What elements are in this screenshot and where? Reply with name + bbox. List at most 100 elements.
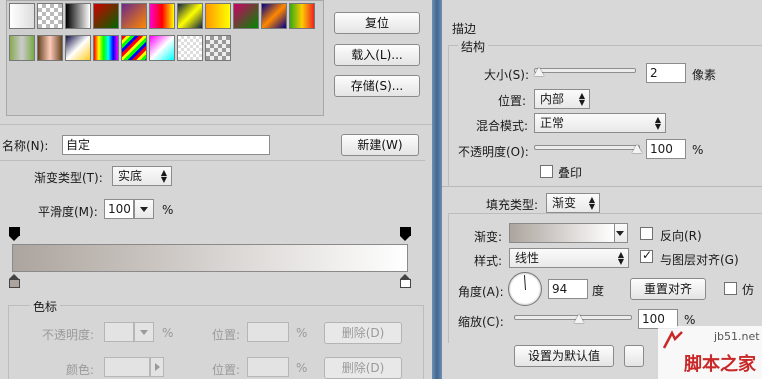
- stops-group-title: 色标: [30, 298, 61, 315]
- divider: [0, 124, 432, 125]
- new-button[interactable]: 新建(W): [341, 134, 419, 156]
- gradient-preset-swatch[interactable]: [177, 3, 203, 29]
- opacity-label: 不透明度(O):: [458, 145, 529, 159]
- gradient-preset-swatch[interactable]: [289, 3, 315, 29]
- spinner-arrows-icon: ▲ ▼: [160, 168, 167, 184]
- fill-type-select[interactable]: 渐变 ▲ ▼: [546, 193, 600, 213]
- stop-color-menu[interactable]: [150, 357, 164, 377]
- gradient-preset-swatch[interactable]: [65, 35, 91, 61]
- delete-color-stop-button[interactable]: 删除(D): [324, 357, 402, 379]
- reverse-checkbox[interactable]: [640, 227, 653, 240]
- overprint-checkbox[interactable]: [540, 165, 553, 178]
- angle-dial[interactable]: [508, 272, 542, 306]
- load-button[interactable]: 载入(L)...: [334, 44, 420, 66]
- angle-input[interactable]: 94: [548, 279, 588, 299]
- watermark-icon: [662, 330, 684, 350]
- stop-opacity-input[interactable]: [104, 322, 134, 342]
- stop-color-position-input[interactable]: [247, 357, 289, 377]
- gradient-preset-swatch[interactable]: [65, 3, 91, 29]
- gradient-type-select[interactable]: 实底 ▲ ▼: [112, 166, 172, 186]
- opacity-slider[interactable]: [534, 145, 640, 150]
- gradient-preset-swatch[interactable]: [205, 3, 231, 29]
- position-select[interactable]: 内部 ▲ ▼: [534, 89, 590, 109]
- gradient-preset-swatch[interactable]: [37, 35, 63, 61]
- dither-label: 仿: [742, 283, 755, 297]
- gradient-preset-swatch[interactable]: [9, 3, 35, 29]
- gradient-preview[interactable]: [509, 223, 615, 243]
- stop-opacity-label: 不透明度:: [42, 328, 95, 342]
- gradient-preset-swatch[interactable]: [121, 35, 147, 61]
- blend-mode-value: 正常: [540, 116, 565, 130]
- name-label: 名称(N):: [2, 139, 49, 153]
- smoothness-label: 平滑度(M):: [38, 205, 98, 219]
- gradient-preset-swatch[interactable]: [205, 35, 231, 61]
- preset-swatches: [9, 1, 319, 67]
- overprint-label: 叠印: [558, 166, 583, 180]
- stop-opacity-position-input[interactable]: [247, 322, 289, 342]
- delete-opacity-stop-button[interactable]: 删除(D): [324, 322, 402, 344]
- spinner-arrows-icon: ▲ ▼: [588, 195, 595, 211]
- opacity-input[interactable]: 100: [646, 139, 686, 159]
- divider: [442, 186, 762, 187]
- gradient-preset-swatch[interactable]: [233, 3, 259, 29]
- stop-color-position-unit: %: [296, 361, 308, 375]
- gradient-preset-swatch[interactable]: [261, 3, 287, 29]
- stop-color-swatch[interactable]: [104, 357, 150, 377]
- size-slider[interactable]: [534, 68, 636, 73]
- smoothness-input[interactable]: 100: [104, 199, 134, 219]
- gradient-preset-swatch[interactable]: [93, 3, 119, 29]
- gradient-preset-swatch[interactable]: [37, 3, 63, 29]
- blend-mode-label: 混合模式:: [476, 119, 529, 133]
- color-stop-right-icon[interactable]: [400, 274, 411, 288]
- watermark-text: 脚本之家: [684, 354, 756, 375]
- gradient-editor-panel: 复位 载入(L)... 存储(S)... 名称(N): 自定 新建(W) 渐变类…: [0, 0, 432, 379]
- position-value: 内部: [540, 92, 565, 106]
- gradient-type-value: 实底: [118, 169, 143, 183]
- blend-mode-select[interactable]: 正常 ▲ ▼: [534, 113, 666, 133]
- gradient-preset-swatch[interactable]: [9, 35, 35, 61]
- chevron-down-icon: [140, 330, 148, 335]
- opacity-stop-left-icon[interactable]: [9, 227, 20, 241]
- gradient-preset-swatch[interactable]: [121, 3, 147, 29]
- watermark-site: jb51.net: [714, 330, 760, 343]
- gradient-preset-swatch[interactable]: [177, 35, 203, 61]
- opacity-slider-thumb[interactable]: [632, 144, 642, 153]
- stroke-panel: 描边 结构 大小(S): 2 像素 位置: 内部 ▲ ▼ 混合模式: 正常 ▲ ▼ …: [442, 0, 762, 379]
- save-button[interactable]: 存储(S)...: [334, 75, 420, 97]
- scale-unit: %: [684, 313, 696, 327]
- size-input[interactable]: 2: [646, 63, 686, 83]
- gradient-preset-swatch[interactable]: [93, 35, 119, 61]
- stop-opacity-dropdown[interactable]: [134, 322, 154, 342]
- align-with-layer-checkbox[interactable]: ✓: [640, 248, 653, 263]
- scale-slider-thumb[interactable]: [574, 314, 584, 323]
- presets-list: [6, 0, 324, 116]
- opacity-stop-right-icon[interactable]: [400, 227, 411, 241]
- reset-align-button[interactable]: 重置对齐: [630, 278, 706, 300]
- chevron-down-icon: [140, 207, 148, 212]
- size-slider-thumb[interactable]: [534, 67, 544, 76]
- chevron-right-icon: [155, 363, 160, 371]
- window-separator: [432, 0, 442, 379]
- angle-dial-needle: [523, 275, 526, 291]
- scale-slider[interactable]: [514, 315, 632, 320]
- smoothness-unit: %: [162, 203, 174, 217]
- style-select[interactable]: 线性 ▲ ▼: [509, 248, 629, 268]
- name-input[interactable]: 自定: [62, 135, 270, 155]
- stroke-title: 描边: [452, 22, 477, 36]
- set-default-button[interactable]: 设置为默认值: [514, 345, 614, 367]
- smoothness-dropdown[interactable]: [134, 199, 154, 219]
- dither-checkbox[interactable]: [724, 282, 737, 295]
- reverse-label: 反向(R): [660, 229, 702, 243]
- gradient-bar[interactable]: [12, 244, 408, 272]
- spinner-arrows-icon: ▲ ▼: [617, 250, 624, 266]
- reset-button[interactable]: 复位: [334, 12, 420, 34]
- color-stop-left-icon[interactable]: [9, 274, 20, 288]
- opacity-unit: %: [692, 143, 704, 157]
- spinner-arrows-icon: ▲ ▼: [654, 115, 661, 131]
- gradient-picker-dropdown[interactable]: [614, 223, 628, 243]
- gradient-preset-swatch[interactable]: [149, 3, 175, 29]
- reset-default-button[interactable]: [624, 345, 644, 367]
- style-label: 样式:: [474, 254, 503, 268]
- stop-color-label: 颜色:: [66, 363, 95, 377]
- gradient-preset-swatch[interactable]: [149, 35, 175, 61]
